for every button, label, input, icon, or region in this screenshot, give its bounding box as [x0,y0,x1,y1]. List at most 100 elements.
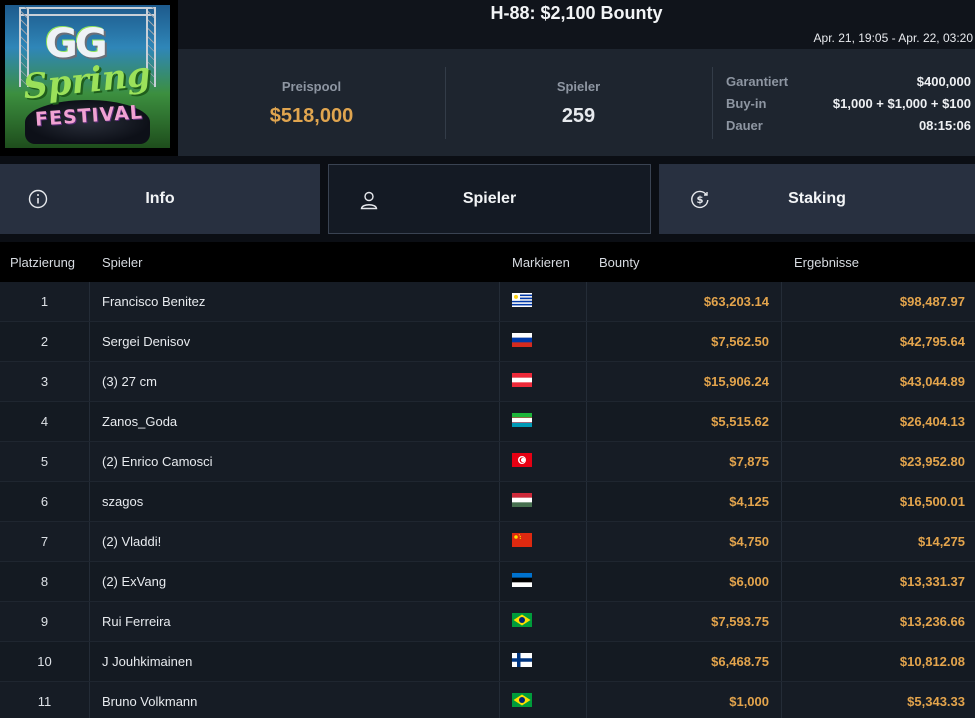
column-separator [499,322,500,362]
table-row[interactable]: 7 (2) Vladdi! $4,750 $14,275 [0,522,975,562]
row-rank: 11 [37,694,52,709]
tab-bar: Info Spieler $ Staking [0,164,975,234]
column-separator [586,562,587,602]
row-rank: 3 [40,374,49,389]
tournament-details: Garantiert $400,000 Buy-in $1,000 + $1,0… [726,73,971,139]
row-result: $43,044.89 [899,374,965,389]
table-row[interactable]: 5 (2) Enrico Camosci $7,875 $23,952.80 [0,442,975,482]
header-rank[interactable]: Platzierung [10,255,75,270]
table-row[interactable]: 8 (2) ExVang $6,000 $13,331.37 [0,562,975,602]
column-separator [499,362,500,402]
row-result: $16,500.01 [899,494,965,509]
column-separator [781,522,782,562]
column-separator [781,362,782,402]
stats-divider [712,67,713,139]
column-separator [89,402,90,442]
header-player[interactable]: Spieler [102,255,142,270]
column-separator [89,482,90,522]
country-flag-icon [512,373,532,388]
column-separator [781,322,782,362]
header-results[interactable]: Ergebnisse [794,255,859,270]
column-separator [586,482,587,522]
row-result: $42,795.64 [899,334,965,349]
row-bounty: $6,468.75 [711,654,769,669]
tab-info-label: Info [145,190,175,207]
row-bounty: $7,562.50 [711,334,769,349]
country-flag-icon [512,693,532,707]
table-row[interactable]: 1 Francisco Benitez $63,203.14 $98,487.9… [0,282,975,322]
logo-truss-top [19,7,156,16]
row-player-name[interactable]: (2) ExVang [102,562,166,602]
country-flag-icon [512,573,532,588]
detail-label: Dauer [726,118,763,133]
tab-staking[interactable]: $ Staking [659,164,975,234]
column-separator [499,402,500,442]
column-separator [89,522,90,562]
column-separator [89,562,90,602]
row-result: $10,812.08 [899,654,965,669]
tab-info[interactable]: Info [0,164,320,234]
detail-buyin: Buy-in $1,000 + $1,000 + $100 [726,95,971,117]
column-separator [499,522,500,562]
row-player-name[interactable]: Rui Ferreira [102,602,171,642]
row-result: $5,343.33 [907,694,965,709]
column-separator [89,682,90,718]
column-separator [781,682,782,718]
row-result: $26,404.13 [899,414,965,429]
table-row[interactable]: 3 (3) 27 cm $15,906.24 $43,044.89 [0,362,975,402]
column-separator [499,442,500,482]
players-stat: Spieler 259 [445,49,712,156]
row-rank: 5 [40,454,49,469]
row-bounty: $6,000 [729,574,769,589]
info-icon [28,189,48,209]
tournament-date-range: Apr. 21, 19:05 - Apr. 22, 03:20 [178,27,975,49]
table-row[interactable]: 2 Sergei Denisov $7,562.50 $42,795.64 [0,322,975,362]
row-player-name[interactable]: (2) Vladdi! [102,522,161,562]
row-player-name[interactable]: J Jouhkimainen [102,642,192,682]
table-row[interactable]: 10 J Jouhkimainen $6,468.75 $10,812.08 [0,642,975,682]
detail-value: $400,000 [916,74,971,89]
column-separator [781,642,782,682]
column-separator [586,282,587,322]
table-row[interactable]: 9 Rui Ferreira $7,593.75 $13,236.66 [0,602,975,642]
column-separator [586,402,587,442]
header-mark[interactable]: Markieren [512,255,570,270]
row-result: $14,275 [918,534,965,549]
column-separator [499,482,500,522]
prizepool-stat: Preispool $518,000 [178,49,445,156]
country-flag-icon [512,493,532,508]
country-flag-icon [512,653,532,667]
row-player-name[interactable]: (3) 27 cm [102,362,157,402]
column-separator [781,482,782,522]
row-bounty: $15,906.24 [703,374,769,389]
row-rank: 9 [40,614,49,629]
table-row[interactable]: 6 szagos $4,125 $16,500.01 [0,482,975,522]
prizepool-value: $518,000 [269,105,354,127]
row-bounty: $5,515.62 [711,414,769,429]
table-row[interactable]: 4 Zanos_Goda $5,515.62 $26,404.13 [0,402,975,442]
tournament-stats-panel: Preispool $518,000 Spieler 259 Garantier… [178,49,975,156]
column-separator [781,562,782,602]
table-header: Platzierung Spieler Markieren Bounty Erg… [0,242,975,282]
tab-spieler-label: Spieler [462,190,517,207]
prizepool-label: Preispool [281,79,342,94]
row-player-name[interactable]: Sergei Denisov [102,322,190,362]
row-player-name[interactable]: szagos [102,482,143,522]
row-bounty: $63,203.14 [703,294,769,309]
column-separator [499,602,500,642]
table-row[interactable]: 11 Bruno Volkmann $1,000 $5,343.33 [0,682,975,718]
column-separator [499,562,500,602]
header-bounty[interactable]: Bounty [599,255,639,270]
column-separator [89,602,90,642]
tab-spieler[interactable]: Spieler [328,164,651,234]
column-separator [586,642,587,682]
country-flag-icon [512,533,532,547]
row-player-name[interactable]: Francisco Benitez [102,282,205,322]
row-player-name[interactable]: (2) Enrico Camosci [102,442,213,482]
row-player-name[interactable]: Bruno Volkmann [102,682,197,718]
row-result: $13,236.66 [899,614,965,629]
row-player-name[interactable]: Zanos_Goda [102,402,177,442]
row-rank: 8 [40,574,49,589]
row-rank: 6 [40,494,49,509]
row-rank: 4 [40,414,49,429]
